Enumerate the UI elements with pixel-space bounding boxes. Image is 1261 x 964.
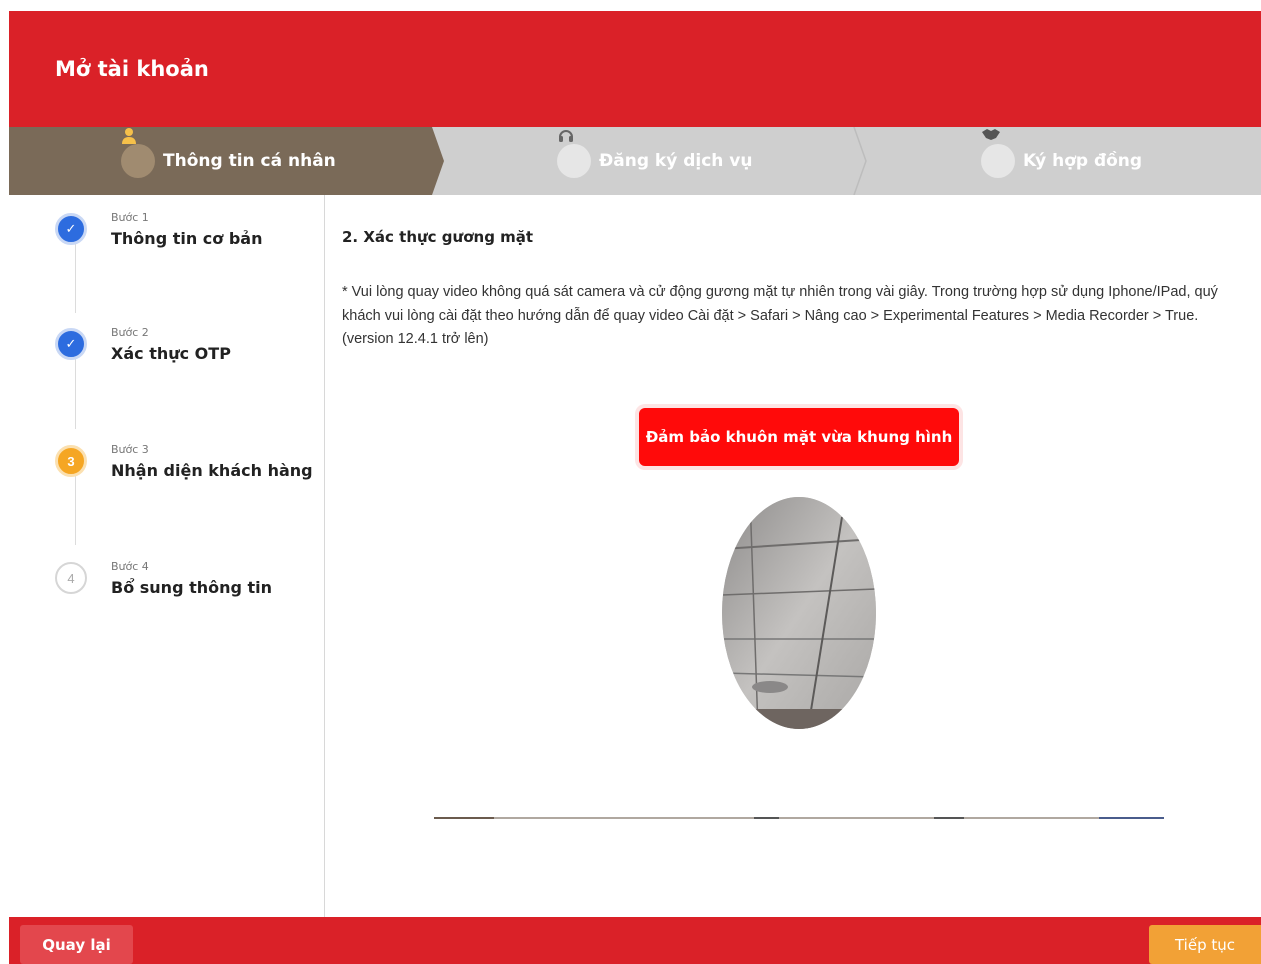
step-label: Bước 3 <box>111 443 149 456</box>
camera-feed-image <box>722 497 876 729</box>
app-header: Mở tài khoản <box>9 11 1261 127</box>
progress-tabs: Thông tin cá nhân Đăng ký dịch vụ Ký hợp… <box>9 127 1261 195</box>
step-label: Bước 2 <box>111 326 149 339</box>
step-2[interactable]: ✓ Bước 2 Xác thực OTP <box>55 326 315 378</box>
step-4[interactable]: 4 Bước 4 Bổ sung thông tin <box>55 560 315 612</box>
step-sidebar: ✓ Bước 1 Thông tin cơ bản ✓ Bước 2 Xác t… <box>9 195 325 917</box>
face-guide-message: Đảm bảo khuôn mặt vừa khung hình <box>639 408 959 466</box>
step-name: Bổ sung thông tin <box>111 578 273 597</box>
tab-label: Ký hợp đồng <box>1023 151 1143 171</box>
tab-personal-info[interactable]: Thông tin cá nhân <box>121 127 336 195</box>
check-icon: ✓ <box>55 328 87 360</box>
tab-label: Thông tin cá nhân <box>163 151 336 171</box>
check-icon: ✓ <box>55 213 87 245</box>
step-name: Nhận diện khách hàng <box>111 461 313 480</box>
tab-label: Đăng ký dịch vụ <box>599 151 753 171</box>
footer-bar: Quay lại Tiếp tục <box>9 917 1261 964</box>
step-3[interactable]: 3 Bước 3 Nhận diện khách hàng <box>55 443 315 495</box>
step-1[interactable]: ✓ Bước 1 Thông tin cơ bản <box>55 211 315 263</box>
headset-icon <box>557 130 591 178</box>
step-label: Bước 1 <box>111 211 149 224</box>
user-icon <box>121 128 155 178</box>
tab-sign-contract[interactable]: Ký hợp đồng <box>981 127 1142 195</box>
camera-preview <box>722 497 876 729</box>
step-name: Xác thực OTP <box>111 344 231 363</box>
step-label: Bước 4 <box>111 560 149 573</box>
instruction-note: * Vui lòng quay video không quá sát came… <box>342 284 1218 347</box>
back-button[interactable]: Quay lại <box>20 925 133 964</box>
video-preview-strip <box>434 817 1164 819</box>
continue-button[interactable]: Tiếp tục <box>1149 925 1261 964</box>
step-name: Thông tin cơ bản <box>111 229 263 248</box>
step-number: 4 <box>55 562 87 594</box>
handshake-icon <box>981 129 1015 178</box>
tab-service-registration[interactable]: Đăng ký dịch vụ <box>557 127 753 195</box>
page-title: Mở tài khoản <box>55 57 209 81</box>
section-title: 2. Xác thực gương mặt <box>342 228 534 246</box>
step-number: 3 <box>55 445 87 477</box>
